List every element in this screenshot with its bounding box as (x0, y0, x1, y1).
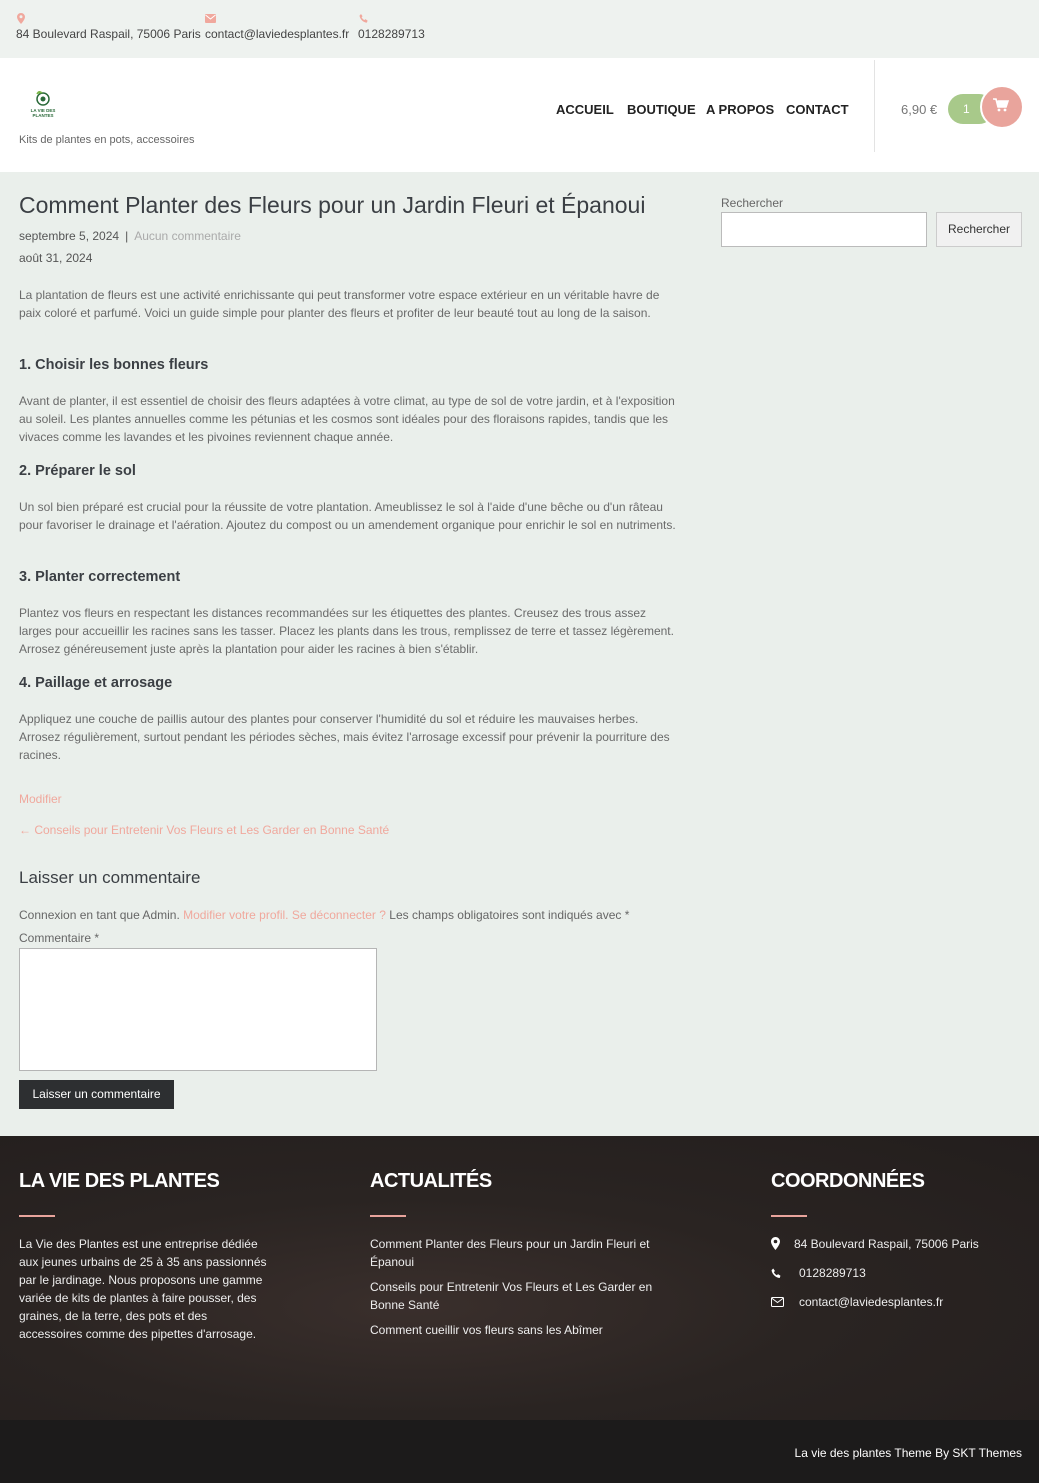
cart-button[interactable] (980, 85, 1024, 129)
section-text: Plantez vos fleurs en respectant les dis… (19, 606, 674, 656)
post-intro: La plantation de fleurs est une activité… (19, 288, 660, 320)
nav-item-a-propos[interactable]: A PROPOS (706, 102, 774, 117)
comment-label: Commentaire * (19, 931, 100, 945)
topbar-email-text[interactable]: contact@laviedesplantes.fr (205, 27, 349, 41)
top-bar: 84 Boulevard Raspail, 75006 Paris contac… (0, 0, 1039, 58)
footer-email-text[interactable]: contact@laviedesplantes.fr (799, 1295, 943, 1309)
nav-item-contact[interactable]: CONTACT (786, 102, 849, 117)
header-divider (874, 60, 875, 152)
nav-item-accueil[interactable]: ACCUEIL (556, 102, 614, 117)
svg-text:PLANTES: PLANTES (32, 113, 53, 118)
section-heading: 3. Planter correctement (19, 569, 181, 585)
phone-icon (771, 1268, 781, 1279)
previous-post-link[interactable]: ← Conseils pour Entretenir Vos Fleurs et… (19, 823, 389, 837)
site-logo[interactable]: LA VIE DES PLANTES (26, 90, 60, 122)
footer-about-text: La Vie des Plantes est une entreprise dé… (19, 1237, 267, 1341)
search-label: Rechercher (721, 196, 784, 210)
section-heading: 4. Paillage et arrosage (19, 675, 173, 691)
edit-profile-link[interactable]: Modifier votre profil. (183, 908, 288, 922)
logged-in-notice: Connexion en tant que Admin. Modifier vo… (19, 908, 629, 922)
comments-link[interactable]: Aucun commentaire (134, 229, 241, 243)
footer-phone-text[interactable]: 0128289713 (799, 1266, 866, 1280)
nav-item-boutique[interactable]: BOUTIQUE (627, 102, 696, 117)
envelope-icon (771, 1297, 784, 1307)
meta-separator: | (125, 229, 129, 243)
comment-textarea[interactable] (19, 948, 377, 1071)
section-text: Avant de planter, il est essentiel de ch… (19, 394, 675, 444)
map-pin-icon (17, 13, 25, 24)
section-text: Appliquez une couche de paillis autour d… (19, 712, 670, 762)
footer-divider (19, 1215, 55, 1217)
cart-total[interactable]: 6,90 € (901, 102, 937, 117)
footer-divider (771, 1215, 807, 1217)
topbar-address-text: 84 Boulevard Raspail, 75006 Paris (16, 27, 201, 41)
section-heading: 2. Préparer le sol (19, 463, 136, 479)
map-marker-icon (771, 1237, 780, 1250)
footer-address-text: 84 Boulevard Raspail, 75006 Paris (794, 1237, 979, 1251)
footer-bottom-bar: La vie des plantes Theme By SKT Themes (0, 1420, 1039, 1483)
shopping-cart-icon (993, 98, 1009, 112)
footer-contact-title: COORDONNÉES (771, 1170, 925, 1192)
footer-news-item[interactable]: Comment Planter des Fleurs pour un Jardi… (370, 1235, 680, 1271)
cart-count: 1 (963, 102, 970, 116)
site-footer: LA VIE DES PLANTES La Vie des Plantes es… (0, 1136, 1039, 1420)
search-button[interactable]: Rechercher (936, 212, 1022, 247)
topbar-phone-text[interactable]: 0128289713 (358, 27, 425, 41)
site-tagline: Kits de plantes en pots, accessoires (19, 134, 195, 146)
envelope-icon (205, 14, 216, 23)
phone-icon (359, 14, 368, 23)
footer-divider (370, 1215, 406, 1217)
post-modified-date: août 31, 2024 (19, 251, 93, 265)
logout-link[interactable]: Se déconnecter ? (292, 908, 386, 922)
footer-news-item[interactable]: Conseils pour Entretenir Vos Fleurs et L… (370, 1278, 680, 1314)
post-title: Comment Planter des Fleurs pour un Jardi… (19, 192, 646, 218)
site-header: LA VIE DES PLANTES Kits de plantes en po… (0, 58, 1039, 172)
post-date[interactable]: septembre 5, 2024 (19, 229, 119, 243)
logged-in-text: Connexion en tant que Admin. (19, 908, 180, 922)
submit-comment-button[interactable]: Laisser un commentaire (19, 1080, 174, 1109)
footer-about-title: LA VIE DES PLANTES (19, 1170, 220, 1192)
edit-post-link[interactable]: Modifier (19, 792, 62, 806)
post-meta: septembre 5, 2024 | Aucun commentaire (19, 229, 241, 243)
section-text: Un sol bien préparé est crucial pour la … (19, 500, 676, 532)
section-heading: 1. Choisir les bonnes fleurs (19, 357, 209, 373)
required-note: Les champs obligatoires sont indiqués av… (389, 908, 630, 922)
footer-credits[interactable]: La vie des plantes Theme By SKT Themes (795, 1446, 1022, 1460)
search-input[interactable] (721, 212, 927, 247)
comment-form-title: Laisser un commentaire (19, 868, 201, 887)
footer-news-title: ACTUALITÉS (370, 1170, 492, 1192)
footer-news-item[interactable]: Comment cueillir vos fleurs sans les Abî… (370, 1321, 680, 1339)
